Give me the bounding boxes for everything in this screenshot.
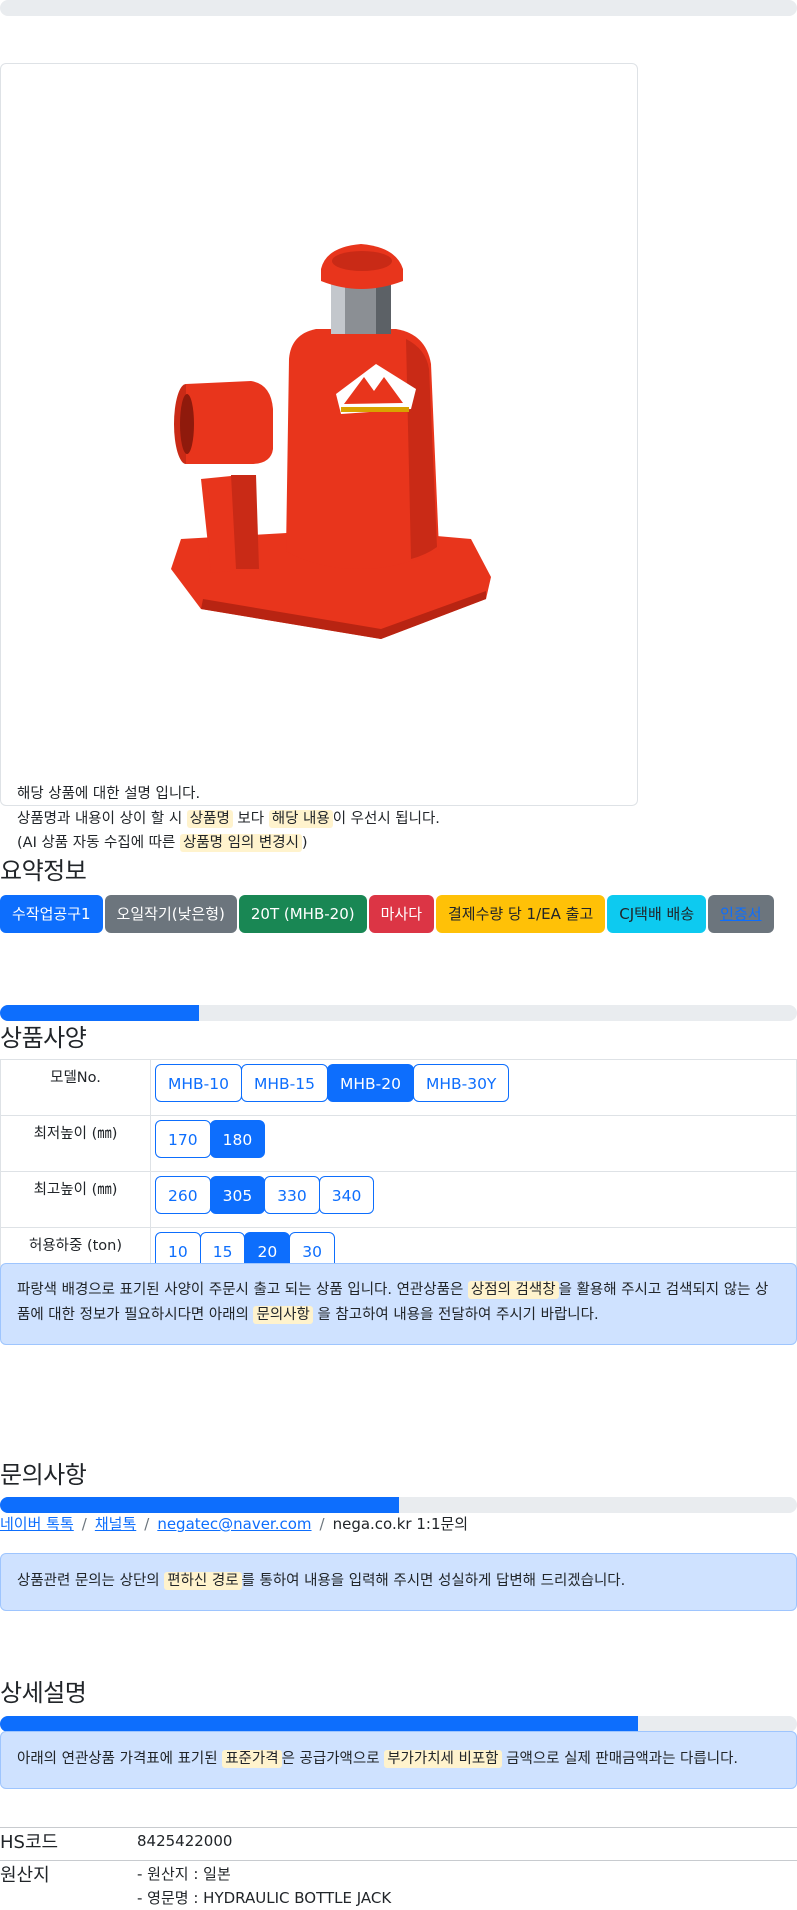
spec-label: 모델No. xyxy=(0,1059,151,1116)
badge-certificate[interactable]: 인증서 xyxy=(708,895,774,933)
notice-text: ) xyxy=(301,835,308,851)
spec-row-model: 모델No. MHB-10 MHB-15 MHB-20 MHB-30Y xyxy=(0,1059,797,1116)
product-image-card: 해당 상품에 대한 설명 입니다. 상품명과 내용이 상이 할 시 상품명 보다… xyxy=(0,63,638,852)
inquiry-alert: 상품관련 문의는 상단의 편하신 경로 를 통하여 내용을 입력해 주시면 성실하… xyxy=(0,1553,797,1611)
alert-text: 상품관련 문의는 상단의 xyxy=(17,1573,165,1589)
alert-text: 을 참고하여 내용을 전달하여 주시기 바랍니다. xyxy=(312,1307,599,1323)
badge-quantity: 결제수량 당 1/EA 출고 xyxy=(436,895,606,933)
highlight-rename: 상품명 임의 변경시 xyxy=(179,834,302,852)
spec-label: 최고높이 (㎜) xyxy=(0,1171,151,1228)
badge-delivery: CJ택배 배송 xyxy=(607,895,707,933)
email-link[interactable]: negatec@naver.com xyxy=(157,1515,311,1533)
notice-text: 이 우선시 됩니다. xyxy=(332,810,440,827)
site-inquiry-text: nega.co.kr 1:1문의 xyxy=(332,1515,469,1533)
alert-text: 를 통하여 내용을 입력해 주시면 성실하게 답변해 드리겠습니다. xyxy=(241,1573,626,1589)
naver-talk-link[interactable]: 네이버 톡톡 xyxy=(0,1515,74,1533)
detail-progress-fill xyxy=(0,1716,638,1732)
spec-options: 260 305 330 340 xyxy=(150,1171,797,1228)
origin-english-name: - 영문명 : HYDRAULIC BOTTLE JACK xyxy=(137,1889,392,1907)
separator: / xyxy=(144,1515,150,1533)
divider xyxy=(0,1827,797,1828)
notice-line-1: 해당 상품에 대한 설명 입니다. xyxy=(17,786,201,802)
spec-alert: 파랑색 배경으로 표기된 사양이 주문시 출고 되는 상품 입니다. 연관상품은… xyxy=(0,1263,797,1345)
highlight-route: 편하신 경로 xyxy=(164,1572,242,1590)
option-button[interactable]: MHB-15 xyxy=(240,1064,328,1102)
detail-title: 상세설명 xyxy=(0,1679,87,1707)
certificate-link[interactable]: 인증서 xyxy=(720,905,761,923)
highlight-content: 해당 내용 xyxy=(268,809,333,828)
summary-badges: 수작업공구1 오일작기(낮은형) 20T (MHB-20) 마사다 결제수량 당… xyxy=(0,895,774,933)
origin-value: - 원산지 : 일본 - 영문명 : HYDRAULIC BOTTLE JACK xyxy=(137,1862,391,1910)
option-button[interactable]: MHB-30Y xyxy=(412,1064,510,1102)
detail-progress xyxy=(0,1716,797,1732)
product-notice: 해당 상품에 대한 설명 입니다. 상품명과 내용이 상이 할 시 상품명 보다… xyxy=(17,782,440,856)
highlight-product-name: 상품명 xyxy=(186,809,233,828)
spec-row-min-height: 최저높이 (㎜) 170 180 xyxy=(0,1115,797,1172)
summary-title: 요약정보 xyxy=(0,857,87,885)
highlight-vat: 부가가치세 비포함 xyxy=(384,1750,502,1768)
spec-options: MHB-10 MHB-15 MHB-20 MHB-30Y xyxy=(150,1059,797,1116)
inquiry-progress-fill xyxy=(0,1497,399,1513)
option-button-selected[interactable]: 305 xyxy=(209,1176,266,1214)
highlight-inquiry: 문의사항 xyxy=(253,1306,313,1324)
specs-progress xyxy=(0,1005,797,1021)
specs-title: 상품사양 xyxy=(0,1024,87,1052)
hs-code-label: HS코드 xyxy=(0,1832,59,1853)
channel-talk-link[interactable]: 채널톡 xyxy=(95,1515,136,1533)
inquiry-progress xyxy=(0,1497,797,1513)
spec-options: 170 180 xyxy=(150,1115,797,1172)
highlight-search: 상점의 검색창 xyxy=(467,1281,559,1299)
badge-model: 20T (MHB-20) xyxy=(238,895,367,933)
option-button[interactable]: 170 xyxy=(155,1120,211,1158)
badge-brand: 마사다 xyxy=(368,895,434,933)
option-button-selected[interactable]: 180 xyxy=(209,1120,266,1158)
price-alert: 아래의 연관상품 가격표에 표기된 표준가격 은 공급가액으로 부가가치세 비포함… xyxy=(0,1731,797,1789)
notice-text: 상품명과 내용이 상이 할 시 xyxy=(17,810,187,827)
origin-label: 원산지 xyxy=(0,1865,50,1886)
option-button[interactable]: 260 xyxy=(155,1176,211,1214)
badge-subcategory: 오일작기(낮은형) xyxy=(104,895,237,933)
alert-text: 금액으로 실제 판매금액과는 다릅니다. xyxy=(501,1751,739,1767)
alert-text: 아래의 연관상품 가격표에 표기된 xyxy=(17,1751,223,1767)
highlight-standard-price: 표준가격 xyxy=(222,1750,282,1768)
option-button[interactable]: 340 xyxy=(318,1176,375,1214)
top-progress-bar xyxy=(0,0,797,16)
separator: / xyxy=(81,1515,87,1533)
notice-line-2: 상품명과 내용이 상이 할 시 상품명 보다 해당 내용 이 우선시 됩니다. xyxy=(17,807,440,832)
divider xyxy=(0,1860,797,1861)
spec-row-max-height: 최고높이 (㎜) 260 305 330 340 xyxy=(0,1171,797,1228)
alert-text: 파랑색 배경으로 표기된 사양이 주문시 출고 되는 상품 입니다. 연관상품은 xyxy=(17,1282,468,1298)
inquiry-title: 문의사항 xyxy=(0,1461,87,1489)
alert-text: 은 공급가액으로 xyxy=(281,1751,385,1767)
product-image xyxy=(171,244,491,639)
spec-label: 최저높이 (㎜) xyxy=(0,1115,151,1172)
notice-text: (AI 상품 자동 수집에 따른 xyxy=(17,835,180,851)
option-button[interactable]: 330 xyxy=(264,1176,320,1214)
origin-country: - 원산지 : 일본 xyxy=(137,1865,231,1883)
badge-category: 수작업공구1 xyxy=(0,895,103,933)
notice-text: 보다 xyxy=(232,810,269,827)
option-button-selected[interactable]: MHB-20 xyxy=(326,1064,414,1102)
separator: / xyxy=(319,1515,325,1533)
inquiry-links: 네이버 톡톡 / 채널톡 / negatec@naver.com / nega.co.kr … xyxy=(0,1513,468,1534)
option-button[interactable]: MHB-10 xyxy=(155,1064,242,1102)
spec-table: 모델No. MHB-10 MHB-15 MHB-20 MHB-30Y 최저높이 (㎜)… xyxy=(0,1059,797,1284)
hs-code-value: 8425422000 xyxy=(137,1832,233,1850)
